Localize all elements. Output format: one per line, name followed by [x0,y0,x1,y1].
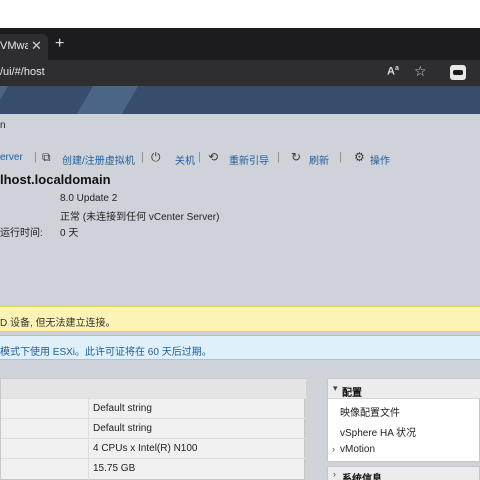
toolbar-separator: | [141,151,144,163]
table-row: 4 CPUs x Intel(R) N100 [1,439,306,459]
chevron-right-icon[interactable]: › [332,444,335,454]
vmotion-item[interactable]: vMotion [340,444,375,455]
uptime-label: 运行时间: [0,228,43,239]
system-info-title[interactable]: 系统信息 [342,470,382,480]
config-panel-header[interactable]: ▾ 配置 [328,379,480,399]
memory-value: 15.75 GB [93,463,136,474]
config-panel: ▾ 配置 映像配置文件 vSphere HA 状况 › vMotion [327,378,480,462]
manufacturer-value: Default string [93,403,152,414]
table-row: Default string [1,419,306,439]
image-profile-item: 映像配置文件 [340,408,400,419]
favorite-star-icon[interactable]: ☆ [414,63,427,80]
banner-stripe [76,86,139,114]
read-aloud-icon[interactable]: Aa [387,65,399,78]
hardware-panel: Default string Default string 4 CPUs x I… [0,378,306,480]
create-vm-icon: ⧉ [42,150,51,164]
warning-alert: D 设备, 但无法建立连接。 [0,306,480,332]
cpu-value: 4 CPUs x Intel(R) N100 [93,443,198,454]
model-value: Default string [93,423,152,434]
uptime-value: 0 天 [60,228,79,239]
breadcrumb: n [0,120,6,131]
new-tab-icon[interactable]: + [55,35,64,53]
toolbar-separator: | [198,151,201,163]
toolbar-separator: | [339,151,342,163]
tab-title: VMware [0,40,28,52]
toolbar-separator: | [277,151,280,163]
reboot-icon: ⟲ [208,150,219,164]
os-top-bar [0,0,480,28]
column-divider [88,399,89,480]
extension-icon[interactable] [450,65,466,80]
refresh-icon: ↻ [291,150,302,164]
info-text: 模式下使用 ESXi。此许可证将在 60 天后过期。 [0,347,212,358]
info-alert: 模式下使用 ESXi。此许可证将在 60 天后过期。 [0,335,480,360]
shutdown-button[interactable]: 关机 [175,152,195,167]
warning-text: D 设备, 但无法建立连接。 [0,318,116,329]
vsphere-ha-item: vSphere HA 状况 [340,428,417,439]
banner-stripe [0,86,9,114]
table-row: Default string [1,399,306,419]
app-header-banner [0,86,480,114]
hardware-panel-header [1,379,306,399]
create-vm-button[interactable]: 创建/注册虚拟机 [62,152,135,167]
chevron-right-icon[interactable]: › [333,469,336,479]
browser-tab[interactable]: VMware ✕ [0,34,48,60]
config-panel-title: 配置 [342,388,362,399]
url-input[interactable]: /ui/#/host [0,66,45,78]
browser-tab-bar: VMware ✕ + [0,28,480,60]
host-name: lhost.localdomain [0,172,111,187]
refresh-button[interactable]: 刷新 [309,152,329,167]
address-bar: /ui/#/host Aa ☆ [0,60,480,86]
server-link[interactable]: erver [0,152,23,163]
host-version: 8.0 Update 2 [60,193,118,204]
close-icon[interactable]: ✕ [31,38,42,54]
reboot-button[interactable]: 重新引导 [229,152,269,167]
gear-icon: ⚙ [354,150,365,164]
table-row: 15.75 GB [1,459,306,479]
toolbar-separator: | [34,151,37,163]
shutdown-icon: ⏻ [151,150,161,164]
chevron-down-icon: ▾ [333,383,338,393]
actions-button[interactable]: 操作 [370,152,390,167]
host-state: 正常 (未连接到任何 vCenter Server) [60,212,220,223]
system-info-panel: › 系统信息 [327,466,480,480]
